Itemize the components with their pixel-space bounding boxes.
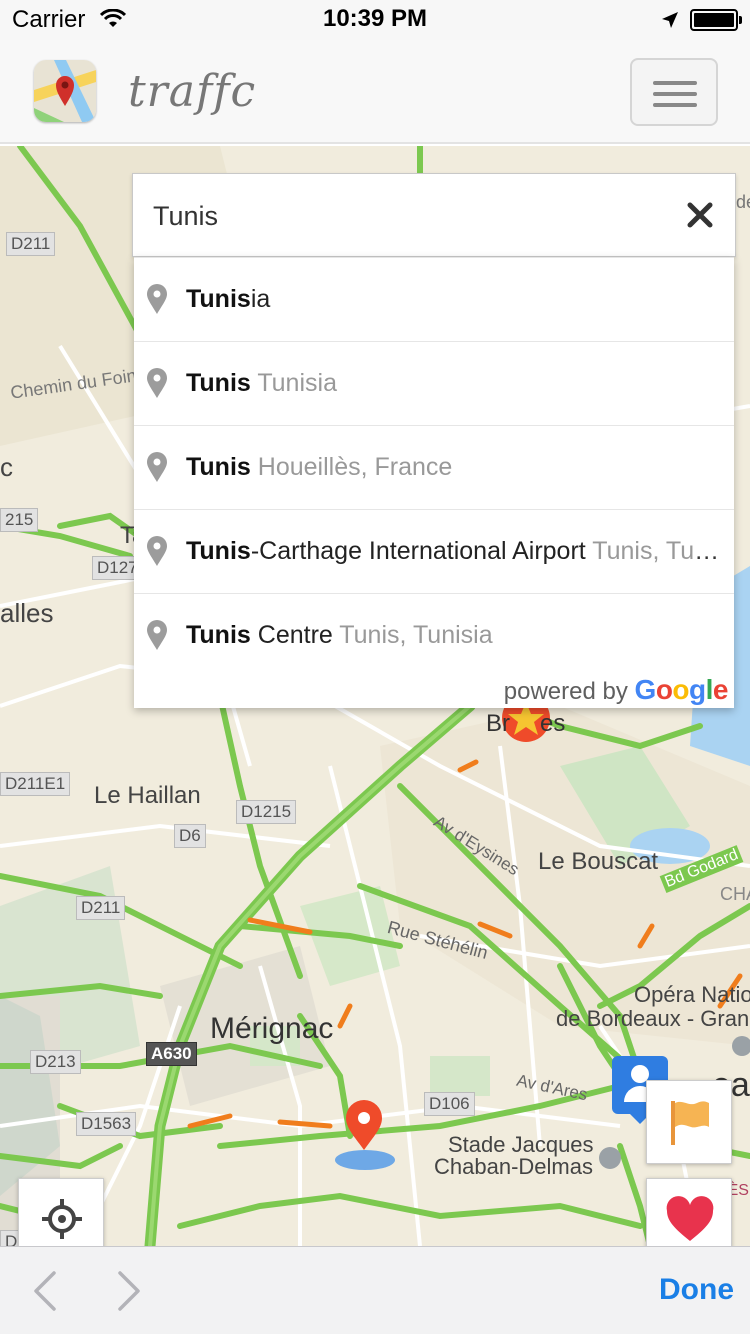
brand-title: traffc	[128, 66, 257, 117]
app-header: traffc	[0, 40, 750, 144]
suggestion-secondary: Tunis, Tunisia	[592, 537, 726, 565]
powered-by-label: powered by	[503, 678, 628, 705]
maps-pin-icon[interactable]	[34, 60, 96, 122]
map-label-le-bouscat: Le Bouscat	[538, 848, 659, 875]
road-badge-d1563: D1563	[76, 1112, 137, 1136]
road-badge-a630: A630	[146, 1042, 197, 1066]
suggestion-secondary: Tunis, Tunisia	[339, 621, 493, 649]
map-label-stade-2: Chaban-Delmas	[434, 1154, 593, 1179]
road-badge-215: 215	[0, 508, 39, 532]
close-icon[interactable]	[683, 198, 717, 232]
map-pin-icon	[147, 368, 167, 398]
chevron-right-icon[interactable]	[108, 1269, 148, 1313]
map-label-halles: alles	[0, 598, 54, 628]
road-badge-d1215: D1215	[236, 800, 297, 824]
suggestion-secondary: Houeillès, France	[257, 453, 453, 481]
battery-icon	[690, 9, 742, 31]
google-attribution: powered by Google	[503, 674, 729, 706]
search-input[interactable]	[153, 196, 653, 236]
suggestion-item[interactable]: Tunis Tunisia	[134, 342, 734, 426]
road-badge-d211: D211	[76, 896, 126, 920]
map-pin-icon	[147, 284, 167, 314]
status-bar: Carrier 10:39 PM	[0, 0, 750, 40]
map-label-c: c	[0, 452, 13, 482]
map-label-cha: CHA	[720, 884, 750, 904]
map-pin-icon	[147, 620, 167, 650]
road-badge-d211-top: D211	[6, 232, 56, 256]
suggestion-match: Tunis	[186, 621, 251, 649]
suggestion-match: Tunis	[186, 369, 251, 397]
hamburger-icon[interactable]	[630, 58, 718, 126]
suggestion-match: Tunis	[186, 285, 251, 313]
keyboard-accessory-bar: Done	[0, 1246, 750, 1334]
done-button[interactable]: Done	[659, 1273, 734, 1307]
flag-icon	[671, 1101, 709, 1145]
status-time: 10:39 PM	[322, 5, 428, 32]
map-label-merignac: Mérignac	[210, 1012, 334, 1045]
google-logo: Google	[634, 674, 729, 705]
road-badge-d213: D213	[30, 1050, 81, 1074]
flag-button[interactable]	[646, 1080, 732, 1164]
map-label-bruges-a: Br	[486, 710, 510, 737]
suggestion-rest: Centre	[250, 621, 333, 649]
suggestion-item[interactable]: Tunis Houeillès, France	[134, 426, 734, 510]
road-badge-d6: D6	[174, 824, 206, 848]
suggestion-match: Tunis	[186, 537, 251, 565]
suggestion-item[interactable]: Tunis Centre Tunis, Tunisia	[134, 594, 734, 678]
location-arrow-icon	[662, 12, 678, 28]
suggestion-match: Tunis	[186, 453, 251, 481]
autocomplete-list: Tunisia Tunis Tunisia Tunis Houeillès, F…	[134, 257, 734, 708]
map-pin-icon	[147, 452, 167, 482]
search-box	[132, 173, 736, 257]
road-badge-d211e1: D211E1	[0, 772, 71, 796]
map-label-le-haillan: Le Haillan	[94, 782, 201, 809]
suggestion-rest: -Carthage International Airport	[250, 537, 586, 565]
map-pin-icon	[147, 536, 167, 566]
suggestion-secondary: Tunisia	[257, 369, 337, 397]
chevron-left-icon[interactable]	[26, 1269, 66, 1313]
map-label-de: de	[736, 192, 750, 212]
map-label-opera-2: de Bordeaux - Gran	[556, 1006, 750, 1031]
suggestion-item[interactable]: Tunisia	[134, 258, 734, 342]
map-label-opera-1: Opéra Natio	[634, 982, 750, 1007]
suggestion-item[interactable]: Tunis-Carthage International Airport Tun…	[134, 510, 734, 594]
map-label-bruges-b: es	[540, 710, 566, 737]
road-badge-d106: D106	[424, 1092, 475, 1116]
suggestion-rest: ia	[250, 285, 271, 313]
